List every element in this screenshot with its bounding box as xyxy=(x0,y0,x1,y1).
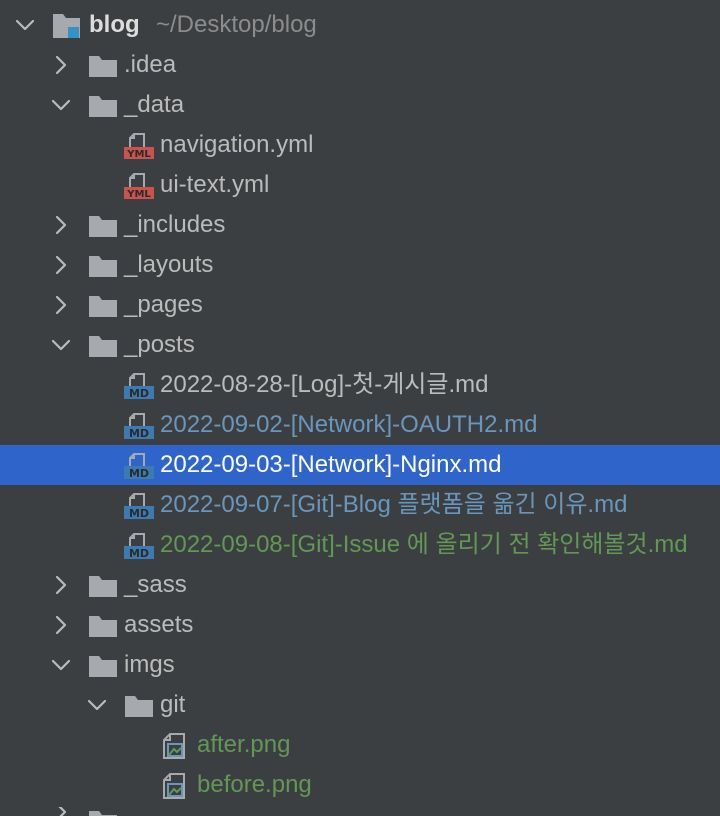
tree-row-idea[interactable]: .idea xyxy=(0,45,720,85)
yml-file-icon xyxy=(123,133,155,161)
project-folder-icon xyxy=(52,13,82,39)
chevron-down-icon[interactable] xyxy=(51,335,71,355)
tree-row-before-png[interactable]: before.png xyxy=(0,765,720,805)
file-label: navigation.yml xyxy=(160,131,314,158)
project-name: blog xyxy=(89,11,140,38)
folder-label: imgs xyxy=(124,651,175,678)
tree-row-ui-text-yml[interactable]: ui-text.yml xyxy=(0,165,720,205)
project-path: ~/Desktop/blog xyxy=(156,11,317,38)
chevron-down-icon[interactable] xyxy=(15,15,35,35)
tree-row-project-root[interactable]: blog ~/Desktop/blog xyxy=(0,5,720,45)
markdown-file-icon xyxy=(123,373,155,401)
file-label: after.png xyxy=(197,731,291,758)
folder-label: assets xyxy=(124,611,194,638)
project-tree: blog ~/Desktop/blog .idea _data navigati… xyxy=(0,0,720,816)
folder-label: git xyxy=(160,691,186,718)
tree-row-post[interactable]: 2022-09-07-[Git]-Blog 플랫폼을 옮긴 이유.md xyxy=(0,485,720,525)
chevron-right-icon[interactable] xyxy=(51,295,71,315)
folder-icon xyxy=(88,653,118,679)
chevron-down-icon[interactable] xyxy=(51,655,71,675)
folder-label: _includes xyxy=(124,211,226,238)
file-label: ui-text.yml xyxy=(160,171,270,198)
chevron-down-icon[interactable] xyxy=(51,95,71,115)
folder-icon xyxy=(88,53,118,79)
markdown-file-icon xyxy=(123,533,155,561)
folder-icon xyxy=(88,808,118,816)
markdown-file-icon xyxy=(123,413,155,441)
folder-label: _posts xyxy=(124,331,195,358)
folder-icon xyxy=(88,213,118,239)
yml-file-icon xyxy=(123,173,155,201)
tree-row-post-selected[interactable]: 2022-09-03-[Network]-Nginx.md xyxy=(0,445,720,485)
chevron-right-icon[interactable] xyxy=(51,807,71,816)
markdown-file-icon xyxy=(123,493,155,521)
tree-row-layouts[interactable]: _layouts xyxy=(0,245,720,285)
markdown-file-icon xyxy=(123,453,155,481)
folder-label: _pages xyxy=(124,291,203,318)
folder-icon xyxy=(88,333,118,359)
image-file-icon xyxy=(162,733,192,759)
file-label: 2022-08-28-[Log]-첫-게시글.md xyxy=(160,371,489,398)
folder-label: _sass xyxy=(124,571,187,598)
tree-row-posts[interactable]: _posts xyxy=(0,325,720,365)
chevron-right-icon[interactable] xyxy=(51,615,71,635)
tree-row-includes[interactable]: _includes xyxy=(0,205,720,245)
chevron-right-icon[interactable] xyxy=(51,215,71,235)
file-label: 2022-09-08-[Git]-Issue 에 올리기 전 확인해볼것.md xyxy=(160,531,688,558)
tree-row-after-png[interactable]: after.png xyxy=(0,725,720,765)
chevron-right-icon[interactable] xyxy=(51,255,71,275)
tree-row-post[interactable]: 2022-09-02-[Network]-OAUTH2.md xyxy=(0,405,720,445)
folder-label: _data xyxy=(124,91,185,118)
file-label: 2022-09-03-[Network]-Nginx.md xyxy=(160,451,502,478)
image-file-icon xyxy=(162,773,192,799)
tree-row-data[interactable]: _data xyxy=(0,85,720,125)
folder-label: .idea xyxy=(124,51,177,78)
tree-row-navigation-yml[interactable]: navigation.yml xyxy=(0,125,720,165)
file-label: 2022-09-02-[Network]-OAUTH2.md xyxy=(160,411,538,438)
file-label: before.png xyxy=(197,771,312,798)
folder-icon xyxy=(88,93,118,119)
folder-icon xyxy=(88,573,118,599)
folder-icon xyxy=(88,613,118,639)
tree-row-imgs[interactable]: imgs xyxy=(0,645,720,685)
tree-row-assets[interactable]: assets xyxy=(0,605,720,645)
folder-icon xyxy=(124,693,154,719)
tree-row-git[interactable]: git xyxy=(0,685,720,725)
file-label: 2022-09-07-[Git]-Blog 플랫폼을 옮긴 이유.md xyxy=(160,491,628,518)
folder-icon xyxy=(88,293,118,319)
chevron-down-icon[interactable] xyxy=(87,695,107,715)
tree-row-pages[interactable]: _pages xyxy=(0,285,720,325)
tree-row-partial xyxy=(0,805,720,816)
tree-row-post[interactable]: 2022-09-08-[Git]-Issue 에 올리기 전 확인해볼것.md xyxy=(0,525,720,565)
folder-icon xyxy=(88,253,118,279)
chevron-right-icon[interactable] xyxy=(51,55,71,75)
chevron-right-icon[interactable] xyxy=(51,575,71,595)
tree-row-sass[interactable]: _sass xyxy=(0,565,720,605)
tree-row-post[interactable]: 2022-08-28-[Log]-첫-게시글.md xyxy=(0,365,720,405)
folder-label: _layouts xyxy=(124,251,214,278)
